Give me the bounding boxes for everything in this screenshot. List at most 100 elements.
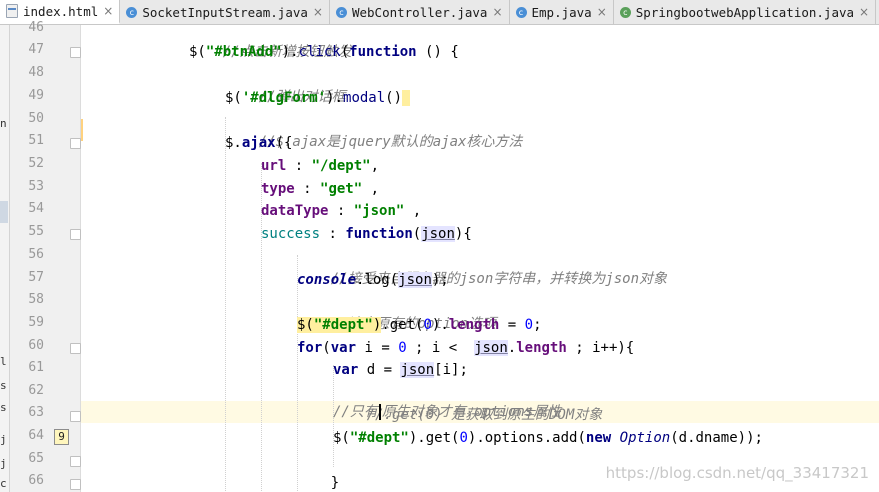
token: ); bbox=[431, 272, 449, 288]
code-line-58: //清空原有的option选项 bbox=[297, 291, 496, 332]
tree-fragment[interactable]: l bbox=[0, 355, 7, 368]
tree-fragment[interactable]: s bbox=[0, 401, 7, 414]
html-file-icon bbox=[6, 4, 18, 18]
keyword: var bbox=[330, 340, 357, 356]
tree-fragment[interactable]: c bbox=[0, 477, 7, 490]
breakpoint-count-badge[interactable]: 9 bbox=[54, 429, 69, 445]
line-number: 66 bbox=[28, 473, 44, 488]
line-number: 57 bbox=[28, 270, 44, 285]
code-line-60: for(var i = 0 ; i < json.length ; i++){ bbox=[297, 337, 634, 359]
method-name: modal bbox=[343, 90, 386, 106]
tree-fragment[interactable]: j bbox=[0, 433, 7, 446]
token: ).options.add( bbox=[467, 430, 586, 446]
code-line-47: $("#btnAdd").click(function () { bbox=[189, 41, 459, 63]
fold-icon[interactable] bbox=[70, 479, 81, 490]
tab-emp-java[interactable]: c Emp.java × bbox=[510, 0, 614, 24]
line-number: 58 bbox=[28, 292, 44, 307]
comment: //只有 bbox=[333, 404, 378, 420]
token: ( bbox=[322, 340, 331, 356]
line-number: 62 bbox=[28, 383, 44, 398]
tab-webcontroller-java[interactable]: c WebController.java × bbox=[330, 0, 510, 24]
comment: //$.ajax是jquery默认的ajax核心方法 bbox=[258, 134, 523, 150]
token: () bbox=[385, 90, 403, 106]
parameter: json bbox=[421, 226, 455, 242]
token: , bbox=[370, 158, 380, 174]
code-line-63: //只有 原生对象才有.options属性 bbox=[333, 401, 561, 423]
class-icon: c bbox=[335, 6, 347, 18]
close-icon[interactable]: × bbox=[597, 5, 607, 19]
token: ( bbox=[412, 226, 422, 242]
close-icon[interactable]: × bbox=[313, 5, 323, 19]
keyword: for bbox=[297, 340, 323, 356]
code-line-54: dataType : "json" , bbox=[261, 200, 421, 222]
tree-fragment[interactable]: n bbox=[0, 117, 7, 130]
line-number: 63 bbox=[28, 405, 44, 420]
line-number: 61 bbox=[28, 360, 44, 375]
token: i = bbox=[356, 340, 399, 356]
code-line-52: url : "/dept", bbox=[261, 155, 379, 177]
token: $( bbox=[225, 90, 242, 106]
close-icon[interactable]: × bbox=[103, 4, 113, 18]
token: : bbox=[320, 226, 346, 242]
line-number: 50 bbox=[28, 111, 44, 126]
fold-icon[interactable] bbox=[70, 343, 81, 354]
string-literal: "/dept" bbox=[311, 158, 371, 174]
class-name: Option bbox=[619, 430, 671, 446]
token: d = bbox=[358, 362, 401, 378]
line-number-gutter[interactable]: 46 47 48 49 50 51 52 53 54 55 56 57 58 5… bbox=[10, 20, 81, 492]
token: ){ bbox=[454, 226, 472, 242]
code-line-59: $("#dept").get(0).length = 0; bbox=[297, 314, 542, 336]
line-number: 47 bbox=[28, 42, 44, 57]
parameter: json bbox=[398, 272, 432, 288]
fold-icon[interactable] bbox=[70, 456, 81, 467]
keyword: function bbox=[349, 44, 417, 60]
token: , bbox=[404, 203, 422, 219]
token: [i]; bbox=[434, 362, 468, 378]
string-literal: "#dept" bbox=[313, 317, 373, 333]
line-number: 54 bbox=[28, 201, 44, 216]
close-icon[interactable]: × bbox=[859, 5, 869, 19]
close-icon[interactable]: × bbox=[492, 5, 502, 19]
token: ; bbox=[533, 317, 542, 333]
token: : bbox=[286, 158, 312, 174]
global-object: console bbox=[297, 272, 357, 288]
code-line-50: //$.ajax是jquery默认的ajax核心方法 bbox=[225, 109, 523, 150]
string-literal: "json" bbox=[353, 203, 405, 219]
property: length bbox=[448, 317, 500, 333]
tab-springbootwebapplication-java[interactable]: c SpringbootwebApplication.java × bbox=[614, 0, 877, 24]
tree-fragment[interactable]: j bbox=[0, 457, 7, 470]
property: dataType bbox=[261, 203, 329, 219]
fold-icon[interactable] bbox=[70, 47, 81, 58]
parameter: json bbox=[474, 340, 508, 356]
method-name: ajax bbox=[241, 135, 276, 151]
code-editor[interactable]: //点击新增按钮触发 $("#btnAdd").click(function (… bbox=[81, 25, 879, 492]
fold-icon[interactable] bbox=[70, 229, 81, 240]
class-icon: c bbox=[126, 6, 138, 18]
tab-socketinputstream-java[interactable]: c SocketInputStream.java × bbox=[120, 0, 330, 24]
tab-label: index.html bbox=[23, 3, 99, 19]
fold-icon[interactable] bbox=[70, 138, 81, 149]
fold-icon[interactable] bbox=[70, 411, 81, 422]
line-number: 59 bbox=[28, 315, 44, 330]
line-number: 56 bbox=[28, 247, 44, 262]
parameter: json bbox=[400, 362, 435, 378]
number-literal: 0 bbox=[524, 317, 534, 333]
line-number: 53 bbox=[28, 179, 44, 194]
string-literal: '#dlgForm' bbox=[241, 90, 327, 106]
token: $( bbox=[333, 430, 350, 446]
code-line-53: type : "get" , bbox=[261, 178, 379, 200]
comment: 原生对象才有.options属性 bbox=[381, 404, 562, 420]
line-number: 52 bbox=[28, 156, 44, 171]
code-line-51: $.ajax({ bbox=[225, 132, 292, 154]
token: $( bbox=[297, 317, 314, 333]
tab-label: Emp.java bbox=[531, 4, 592, 20]
number-literal: 0 bbox=[398, 340, 407, 356]
token: : bbox=[294, 181, 321, 197]
method-name: click bbox=[298, 44, 341, 60]
code-line-64: $("#dept").get(0).options.add(new Option… bbox=[333, 427, 763, 449]
property: url bbox=[261, 158, 287, 174]
property: length bbox=[516, 340, 567, 356]
line-number: 51 bbox=[28, 133, 44, 148]
tree-fragment[interactable]: s bbox=[0, 379, 7, 392]
